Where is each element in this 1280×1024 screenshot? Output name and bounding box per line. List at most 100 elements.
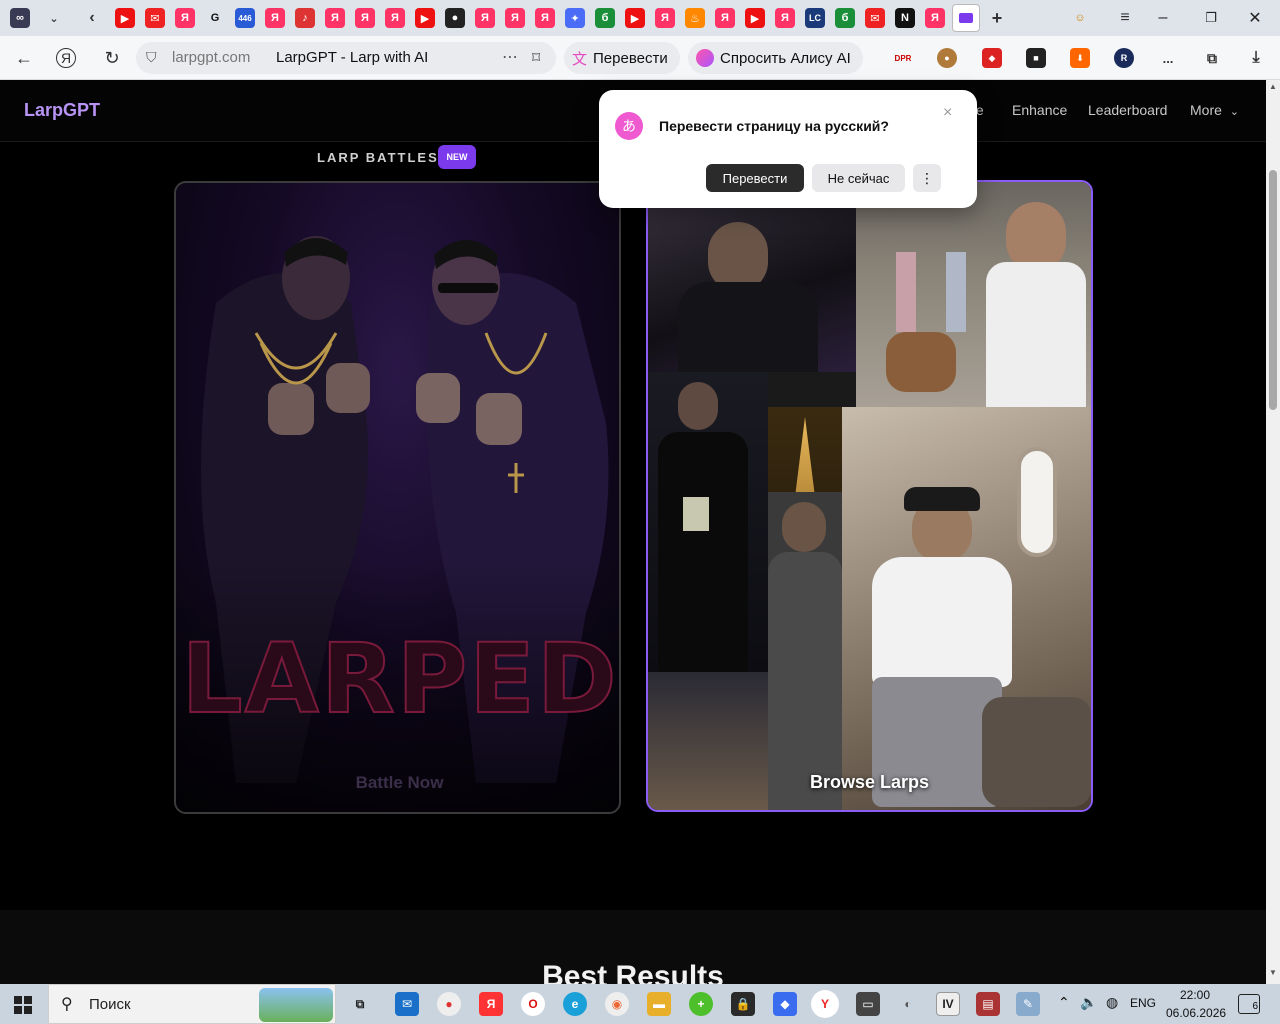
tab-green-icon[interactable]: б <box>835 8 855 28</box>
larp-battles-card[interactable]: LARPED Battle Now <box>174 181 621 814</box>
nav-leaderboard[interactable]: Leaderboard <box>1088 102 1167 118</box>
minimize-icon[interactable]: – <box>1150 6 1176 30</box>
tab-counter-icon[interactable]: 446 <box>235 8 255 28</box>
colorful-browser-icon[interactable]: ◉ <box>605 992 629 1016</box>
menu-icon[interactable]: ≡ <box>1115 8 1135 28</box>
scroll-down-icon[interactable]: ▼ <box>1269 968 1277 977</box>
notifications-count: 6 <box>1252 1001 1258 1012</box>
tab-yandex-icon[interactable]: Я <box>925 8 945 28</box>
translate-button[interactable]: 文 Перевести <box>564 42 680 74</box>
tabs-scroll-left-icon[interactable]: ‹ <box>82 8 102 28</box>
tab-lc-icon[interactable]: LC <box>805 8 825 28</box>
tab-youtube-icon[interactable]: ▶ <box>415 8 435 28</box>
edge-icon[interactable]: e <box>563 992 587 1016</box>
best-results-heading: Best Results <box>542 960 724 984</box>
network-icon[interactable]: ◍ <box>1106 994 1118 1011</box>
site-logo[interactable]: LarpGPT <box>24 100 100 121</box>
tab-yandex-icon[interactable]: Я <box>655 8 675 28</box>
clock-time[interactable]: 22:00 <box>1180 988 1210 1002</box>
profile-icon[interactable]: ☺ <box>1070 8 1090 28</box>
tab-notion-icon[interactable]: N <box>895 8 915 28</box>
extensions-more-icon[interactable]: ... <box>1158 48 1178 68</box>
extension-dark-icon[interactable]: ■ <box>1026 48 1046 68</box>
tab-yandex-icon[interactable]: Я <box>775 8 795 28</box>
extension-pdf-icon[interactable]: ⬇ <box>1070 48 1090 68</box>
tab-youtube-icon[interactable]: ▶ <box>745 8 765 28</box>
tab-yandex-icon[interactable]: Я <box>385 8 405 28</box>
collections-icon[interactable]: ⧉ <box>1202 48 1222 68</box>
downloads-icon[interactable]: ⤓ <box>1246 48 1266 68</box>
tab-yandex-icon[interactable]: Я <box>325 8 345 28</box>
yandex-browser-icon[interactable]: Y <box>811 990 839 1018</box>
battle-now-label[interactable]: Battle Now <box>176 773 619 793</box>
notifications-icon[interactable]: 6 <box>1238 994 1260 1014</box>
iv-app-icon[interactable]: IV <box>936 992 960 1016</box>
notepad-icon[interactable]: ✎ <box>1016 992 1040 1016</box>
site-info-icon[interactable]: ⛉ <box>146 49 157 66</box>
extension-cookie-icon[interactable]: ● <box>937 48 957 68</box>
mouse-app-icon[interactable]: ◐ <box>896 992 920 1016</box>
tray-up-arrow-icon[interactable]: ⌃ <box>1058 994 1070 1011</box>
green-plus-app-icon[interactable]: + <box>689 992 713 1016</box>
tab-youtube-icon[interactable]: ▶ <box>625 8 645 28</box>
tab-yandex-icon[interactable]: Я <box>535 8 555 28</box>
tab-green-icon[interactable]: б <box>595 8 615 28</box>
tab-mail-icon[interactable]: ✉ <box>865 8 885 28</box>
yandex-app-icon[interactable]: Я <box>479 992 503 1016</box>
extension-dpr-icon[interactable]: DPR <box>893 48 913 68</box>
bookmark-icon[interactable]: ⌑ <box>532 48 540 68</box>
tab-active-larpgpt-icon[interactable] <box>952 4 980 32</box>
browse-larps-label[interactable]: Browse Larps <box>648 772 1091 793</box>
clock-date[interactable]: 06.06.2026 <box>1166 1006 1226 1020</box>
restore-icon[interactable]: ❐ <box>1198 6 1224 30</box>
browse-larps-card[interactable]: Browse Larps <box>646 180 1093 812</box>
back-icon[interactable]: ← <box>12 46 36 70</box>
tab-yandex-icon[interactable]: Я <box>475 8 495 28</box>
lock-app-icon[interactable]: 🔒 <box>731 992 755 1016</box>
extension-r-icon[interactable]: R <box>1114 48 1134 68</box>
language-indicator[interactable]: ENG <box>1130 996 1156 1010</box>
tab-mail-icon[interactable]: ✉ <box>145 8 165 28</box>
chrome-icon[interactable]: ● <box>437 992 461 1016</box>
tab-yandex-icon[interactable]: Я <box>265 8 285 28</box>
tab-github-icon[interactable]: ● <box>445 8 465 28</box>
tabs-dropdown-icon[interactable]: ⌄ <box>44 8 64 28</box>
opera-icon[interactable]: O <box>521 992 545 1016</box>
close-icon[interactable]: × <box>943 104 952 122</box>
close-window-icon[interactable]: ✕ <box>1242 6 1268 30</box>
tab-yandex-icon[interactable]: Я <box>175 8 195 28</box>
tab-fire-icon[interactable]: ♨ <box>685 8 705 28</box>
file-explorer-icon[interactable]: ▬ <box>647 992 671 1016</box>
tab-manager-icon[interactable]: ∞ <box>10 8 30 28</box>
tab-bird-icon[interactable]: ✦ <box>565 8 585 28</box>
scroll-up-icon[interactable]: ▲ <box>1269 82 1277 91</box>
translate-confirm-button[interactable]: Перевести <box>706 164 804 192</box>
reload-icon[interactable]: ↻ <box>100 46 124 70</box>
address-bar[interactable]: ⛉ larpgpt.com LarpGPT - Larp with AI ⋯ ⌑ <box>136 42 556 74</box>
volume-icon[interactable]: 🔈 <box>1080 994 1097 1011</box>
task-view-icon[interactable]: ⧉ <box>348 992 372 1016</box>
scrollbar-thumb[interactable] <box>1269 170 1277 410</box>
tab-audio-icon[interactable]: ♪ <box>295 8 315 28</box>
winrar-icon[interactable]: ▤ <box>976 992 1000 1016</box>
blue-app-icon[interactable]: ◆ <box>773 992 797 1016</box>
tab-youtube-icon[interactable]: ▶ <box>115 8 135 28</box>
tab-g-icon[interactable]: G <box>205 8 225 28</box>
yandex-home-icon[interactable]: Я <box>56 48 76 68</box>
mail-app-icon[interactable]: ✉ <box>395 992 419 1016</box>
alice-button[interactable]: Спросить Алису AI <box>688 42 863 74</box>
terminal-app-icon[interactable]: ▭ <box>856 992 880 1016</box>
tab-yandex-icon[interactable]: Я <box>715 8 735 28</box>
taskbar-search-box[interactable]: ⚲ Поиск <box>48 984 336 1024</box>
page-scrollbar[interactable]: ▲ ▼ <box>1266 80 1280 984</box>
windows-start-icon[interactable] <box>14 996 32 1014</box>
nav-enhance[interactable]: Enhance <box>1012 102 1067 118</box>
not-now-button[interactable]: Не сейчас <box>812 164 905 192</box>
tab-yandex-icon[interactable]: Я <box>505 8 525 28</box>
more-options-icon[interactable]: ⋮ <box>913 164 941 192</box>
nav-more[interactable]: More ⌄ <box>1190 102 1239 118</box>
tab-yandex-icon[interactable]: Я <box>355 8 375 28</box>
new-tab-icon[interactable]: + <box>987 8 1007 28</box>
extension-red-icon[interactable]: ◆ <box>982 48 1002 68</box>
more-dots-icon[interactable]: ⋯ <box>502 47 518 67</box>
